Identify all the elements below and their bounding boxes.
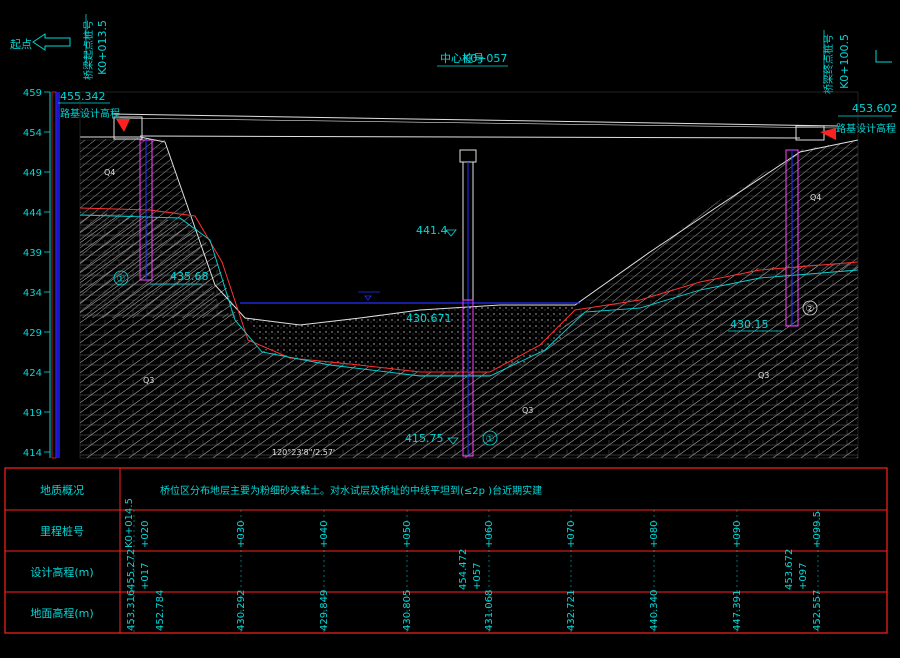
table-value: +070 bbox=[566, 521, 577, 548]
scale-tick-label: 424 bbox=[23, 368, 42, 379]
pier-top-elevation: 441.4 bbox=[416, 224, 448, 237]
table-value: +060 bbox=[484, 521, 495, 548]
left-station-tag: 桥梁起点桩号 K0+013.5 bbox=[82, 14, 109, 80]
start-direction: 起点 bbox=[10, 33, 71, 51]
right-station-value: K0+100.5 bbox=[838, 34, 851, 89]
table-value: +030 bbox=[236, 521, 247, 548]
table-value: 453.672 bbox=[784, 549, 795, 590]
start-label: 起点 bbox=[10, 38, 32, 51]
marker-center: ① bbox=[486, 434, 495, 445]
table-value: +020 bbox=[140, 521, 151, 548]
center-value: K0+057 bbox=[463, 52, 507, 65]
stratum-label: Q4 bbox=[810, 193, 821, 202]
table-value: 454.472 bbox=[458, 549, 469, 590]
geology-note: 桥位区分布地层主要为粉细砂夹黏土。对水试层及桥址的中线平坦到(≤2p )台近期实… bbox=[160, 484, 542, 497]
stratum-label: Q4 bbox=[104, 168, 115, 177]
table-value: 432.721 bbox=[566, 590, 577, 631]
right-probe-elevation: 430.15 bbox=[730, 318, 769, 331]
table-value: +099.5 bbox=[812, 511, 823, 548]
right-station-label: 桥梁终点桩号 bbox=[822, 34, 835, 94]
end-bracket-icon bbox=[875, 50, 892, 63]
table-value: +040 bbox=[319, 521, 330, 548]
scale-tick-label: 454 bbox=[23, 128, 42, 139]
left-station-value: K0+013.5 bbox=[96, 20, 109, 75]
scale-tick-label: 444 bbox=[23, 208, 42, 219]
table-value: 430.805 bbox=[402, 590, 413, 631]
table-value: 455.272 bbox=[126, 549, 137, 590]
pier-bottom-elevation: 415.75 bbox=[405, 432, 444, 445]
bridge-deck bbox=[111, 113, 839, 141]
table-value: +090 bbox=[732, 521, 743, 548]
stratum-label: Q3 bbox=[758, 371, 769, 380]
bottom-note: 120°23'8"/2.57' bbox=[272, 448, 335, 457]
table-value: +057 bbox=[472, 563, 483, 590]
table-value: +080 bbox=[649, 521, 660, 548]
left-design-label: 路基设计高程 bbox=[60, 107, 120, 120]
table-value: 431.068 bbox=[484, 590, 495, 631]
stratum-label: Q3 bbox=[522, 406, 533, 415]
scale-ticks: 459 454 449 444 439 434 429 424 419 414 bbox=[23, 88, 50, 459]
water-level-icon bbox=[364, 295, 372, 301]
row-label-geology: 地质概况 bbox=[40, 484, 84, 497]
scale-tick-label: 449 bbox=[23, 168, 42, 179]
stratum-label: Q3 bbox=[143, 376, 154, 385]
row-label-design: 设计高程(m) bbox=[30, 565, 93, 579]
ground-profile bbox=[79, 136, 859, 458]
table-value: 452.557 bbox=[812, 590, 823, 631]
row-label-ground: 地面高程(m) bbox=[30, 606, 93, 620]
table-value: 447.391 bbox=[732, 590, 743, 631]
scale-tick-label: 429 bbox=[23, 328, 42, 339]
bridge-section-drawing: 起点 桥梁起点桩号 K0+013.5 中心桩号 K0+057 桥梁终点桩号 K0… bbox=[4, 14, 898, 634]
marker-left: ① bbox=[117, 274, 126, 285]
center-station: 中心桩号 K0+057 bbox=[437, 51, 508, 67]
right-top-elevation: 453.602 bbox=[852, 102, 898, 115]
data-table: 地质概况 桥位区分布地层主要为粉细砂夹黏土。对水试层及桥址的中线平坦到(≤2p … bbox=[4, 467, 888, 634]
table-value: 452.784 bbox=[155, 590, 166, 631]
elevation-scale: 459 454 449 444 439 434 429 424 419 414 bbox=[23, 88, 60, 459]
scale-tick-label: 439 bbox=[23, 248, 42, 259]
row-label-station: 里程桩号 bbox=[40, 524, 84, 538]
right-design-label: 路基设计高程 bbox=[836, 122, 896, 135]
table-value: 440.340 bbox=[649, 590, 660, 631]
table-value: +097 bbox=[798, 563, 809, 590]
scale-tick-label: 414 bbox=[23, 448, 42, 459]
scale-tick-label: 434 bbox=[23, 288, 42, 299]
table-value: +050 bbox=[402, 521, 413, 548]
scale-tick-label: 459 bbox=[23, 88, 42, 99]
table-value: +017 bbox=[140, 563, 151, 590]
marker-right: ② bbox=[806, 304, 815, 315]
table-values: K0+014.5 +020 +030 +040 +050 +060 +070 +080 +090… bbox=[124, 498, 823, 631]
left-abutment-fill bbox=[116, 119, 130, 132]
water-elevation: 430.671 bbox=[406, 312, 452, 325]
left-probe-elevation: 435.68 bbox=[170, 270, 209, 283]
right-station-tag: 桥梁终点桩号 K0+100.5 bbox=[822, 30, 892, 94]
scale-tick-label: 419 bbox=[23, 408, 42, 419]
table-value: 429.849 bbox=[319, 590, 330, 631]
left-station-label: 桥梁起点桩号 bbox=[82, 20, 95, 80]
table-value: 453.316 bbox=[126, 590, 137, 631]
table-value: K0+014.5 bbox=[124, 498, 135, 548]
left-arrow-icon bbox=[32, 33, 71, 51]
table-value: 430.292 bbox=[236, 590, 247, 631]
right-abutment bbox=[795, 125, 825, 141]
